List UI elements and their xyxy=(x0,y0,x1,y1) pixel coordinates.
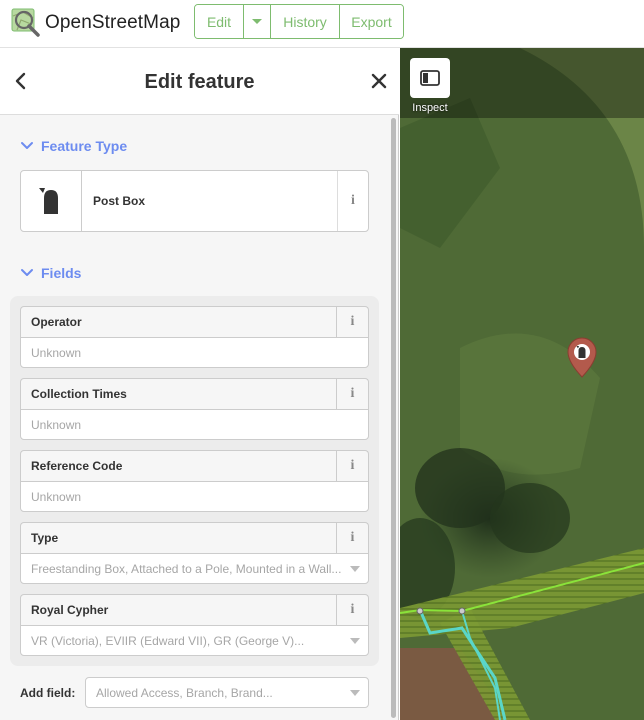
info-icon[interactable]: i xyxy=(336,379,368,409)
collection-times-input[interactable]: Unknown xyxy=(20,409,369,440)
edit-button[interactable]: Edit xyxy=(195,5,244,38)
royal-cypher-combo-placeholder: VR (Victoria), EVIIR (Edward VII), GR (G… xyxy=(31,633,305,648)
type-combo[interactable]: Freestanding Box, Attached to a Pole, Mo… xyxy=(20,553,369,584)
info-icon[interactable]: i xyxy=(336,451,368,481)
post-box-map-pin-icon[interactable] xyxy=(565,336,599,378)
preset-icon-box xyxy=(21,171,82,231)
caret-down-icon xyxy=(252,19,262,24)
field-collection-times: Collection Times i Unknown xyxy=(20,378,369,440)
info-icon[interactable]: i xyxy=(336,523,368,553)
post-box-icon xyxy=(39,188,58,214)
inspect-button[interactable] xyxy=(410,58,450,98)
field-label: Collection Times xyxy=(31,387,127,401)
field-label: Type xyxy=(31,531,59,545)
info-icon[interactable]: i xyxy=(337,171,368,231)
inspect-label: Inspect xyxy=(412,102,448,114)
field-royal-cypher: Royal Cypher i VR (Victoria), EVIIR (Edw… xyxy=(20,594,369,656)
history-button[interactable]: History xyxy=(271,5,340,38)
feature-type-toggle[interactable]: Feature Type xyxy=(20,138,127,154)
inspect-panel-icon xyxy=(420,70,440,86)
fields-toggle[interactable]: Fields xyxy=(20,265,81,281)
info-icon[interactable]: i xyxy=(336,595,368,625)
aerial-imagery xyxy=(400,48,644,720)
chevron-down-icon xyxy=(21,269,33,276)
close-icon xyxy=(371,73,387,89)
caret-down-icon xyxy=(350,566,360,572)
caret-down-icon xyxy=(350,638,360,644)
preset-name: Post Box xyxy=(93,194,146,208)
top-bar: OpenStreetMap Edit History Export xyxy=(0,0,644,48)
royal-cypher-combo[interactable]: VR (Victoria), EVIIR (Edward VII), GR (G… xyxy=(20,625,369,656)
map-view[interactable]: Inspect xyxy=(400,48,644,720)
sidebar-scrollbar[interactable] xyxy=(391,118,396,718)
feature-type-heading: Feature Type xyxy=(41,138,128,154)
reference-code-input[interactable]: Unknown xyxy=(20,481,369,512)
fields-container: Operator i Unknown Collection Times i Un… xyxy=(10,296,379,666)
fields-heading: Fields xyxy=(41,265,82,281)
chevron-down-icon xyxy=(21,142,33,149)
type-combo-placeholder: Freestanding Box, Attached to a Pole, Mo… xyxy=(31,561,342,576)
edit-dropdown-button[interactable] xyxy=(244,5,271,38)
caret-down-icon xyxy=(350,690,360,696)
osm-logo-icon[interactable] xyxy=(9,6,41,38)
sidebar-title: Edit feature xyxy=(144,71,255,93)
preset-selector[interactable]: Post Box i xyxy=(20,170,369,232)
field-reference-code: Reference Code i Unknown xyxy=(20,450,369,512)
field-label: Operator xyxy=(31,315,82,329)
field-label: Reference Code xyxy=(31,459,123,473)
operator-input[interactable]: Unknown xyxy=(20,337,369,368)
add-field-placeholder: Allowed Access, Branch, Brand... xyxy=(96,685,273,700)
export-button[interactable]: Export xyxy=(340,5,403,38)
field-label: Royal Cypher xyxy=(31,603,109,617)
sidebar-header: Edit feature xyxy=(0,48,399,115)
brand-title[interactable]: OpenStreetMap xyxy=(45,12,180,34)
close-button[interactable] xyxy=(368,70,390,92)
sidebar: Edit feature Feature Type Post Box i Fie… xyxy=(0,48,399,720)
info-icon[interactable]: i xyxy=(336,307,368,337)
add-field-combo[interactable]: Allowed Access, Branch, Brand... xyxy=(85,677,369,708)
field-type: Type i Freestanding Box, Attached to a P… xyxy=(20,522,369,584)
add-field-label: Add field: xyxy=(20,686,76,700)
edit-toolbar: Edit History Export xyxy=(194,4,404,39)
field-operator: Operator i Unknown xyxy=(20,306,369,368)
